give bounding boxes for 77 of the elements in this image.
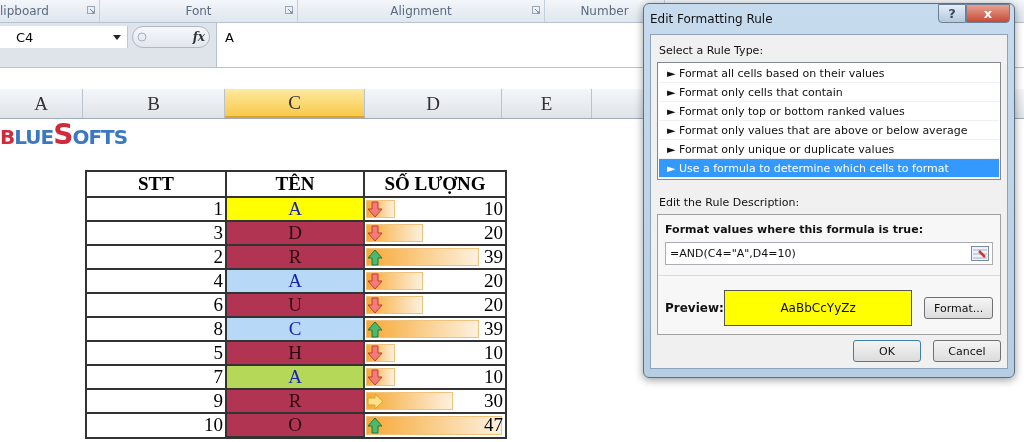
cancel-button[interactable]: Cancel [933, 340, 1001, 362]
preview-label: Preview: [665, 301, 724, 315]
table-cell-text: 10 [483, 342, 504, 364]
ok-button[interactable]: OK [853, 340, 921, 362]
logo: BLUESOFTS [0, 125, 128, 149]
arrow-down-icon [367, 345, 384, 362]
arrow-up-icon [367, 417, 384, 434]
column-header[interactable]: C [225, 89, 365, 118]
arrow-down-icon [367, 297, 384, 314]
dialog-launcher-icon[interactable] [532, 6, 540, 14]
arrow-down-icon [367, 201, 384, 218]
table-cell: 1 [86, 197, 226, 221]
field-label: Format values where this formula is true: [665, 223, 925, 236]
dialog-launcher-icon[interactable] [87, 6, 95, 14]
arrow-up-icon [367, 249, 384, 266]
dialog-launcher-icon[interactable] [285, 6, 293, 14]
table-cell-text: 20 [483, 270, 504, 292]
collapse-dialog-icon[interactable] [971, 246, 989, 261]
column-heading: STT [86, 171, 226, 197]
format-button[interactable]: Format... [924, 297, 993, 319]
rule-type-item[interactable]: ► Format only values that are above or below average [659, 121, 999, 140]
dropdown-caret-icon[interactable] [113, 34, 121, 40]
rule-type-item[interactable]: ► Format only cells that contain [659, 83, 999, 102]
table-cell: 3 [86, 221, 226, 245]
table-cell-text: 39 [483, 318, 504, 340]
help-button[interactable]: ? [938, 4, 966, 23]
table-cell: 7 [86, 365, 226, 389]
circle-icon [137, 32, 147, 42]
table-cell: R [226, 389, 364, 413]
ribbon-group-label: Alignment [390, 4, 452, 18]
table-cell: 8 [86, 317, 226, 341]
table-cell-text: 30 [483, 390, 504, 412]
table-cell: 10 [86, 413, 226, 438]
table-cell: 2 [86, 245, 226, 269]
rule-type-list[interactable] [657, 62, 1001, 180]
table-cell: O [226, 413, 364, 438]
cell-reference: C4 [16, 29, 34, 45]
table-cell: U [226, 293, 364, 317]
table-cell: 6 [86, 293, 226, 317]
ribbon-group-label: Font [185, 4, 212, 18]
ribbon-group-label: Number [580, 4, 629, 18]
column-header[interactable]: E [502, 89, 592, 118]
table-cell: 5 [86, 341, 226, 365]
ribbon-group-label: lipboard [0, 4, 49, 18]
column-header[interactable]: D [365, 89, 502, 118]
table-cell: A [226, 269, 364, 293]
table-cell: A [226, 365, 364, 389]
arrow-down-icon [367, 369, 384, 386]
section-label: Edit the Rule Description: [659, 196, 801, 209]
rule-type-item[interactable]: ► Format only top or bottom ranked values [659, 102, 999, 121]
table-cell: C [226, 317, 364, 341]
column-heading: TÊN [226, 171, 364, 197]
table-cell: 9 [86, 389, 226, 413]
table-cell: R [226, 245, 364, 269]
dialog-title: Edit Formatting Rule [650, 12, 773, 26]
rule-type-item[interactable]: ► Format all cells based on their values [659, 64, 999, 83]
table-cell: D [226, 221, 364, 245]
formula-field[interactable]: =AND(C4="A",D4=10) [665, 242, 993, 265]
table-cell: 4 [86, 269, 226, 293]
table-cell-text: 39 [483, 246, 504, 268]
column-heading: SỐ LƯỢNG [364, 171, 506, 197]
column-header[interactable]: A [0, 89, 83, 118]
arrow-up-icon [367, 321, 384, 338]
table-cell-text: 47 [483, 414, 504, 437]
name-box[interactable]: C4 [0, 26, 128, 48]
table-cell-text: 10 [483, 366, 504, 388]
table-cell-text: 20 [483, 294, 504, 316]
insert-function-button[interactable]: fx [192, 30, 205, 44]
table-cell-text: 10 [483, 198, 504, 220]
arrow-right-icon [367, 393, 384, 410]
format-preview: AaBbCcYyZz [723, 290, 913, 326]
table-cell-text: 20 [483, 222, 504, 244]
table-cell: H [226, 341, 364, 365]
arrow-down-icon [367, 273, 384, 290]
arrow-down-icon [367, 225, 384, 242]
table-cell: A [226, 197, 364, 221]
section-label: Select a Rule Type: [659, 44, 765, 57]
